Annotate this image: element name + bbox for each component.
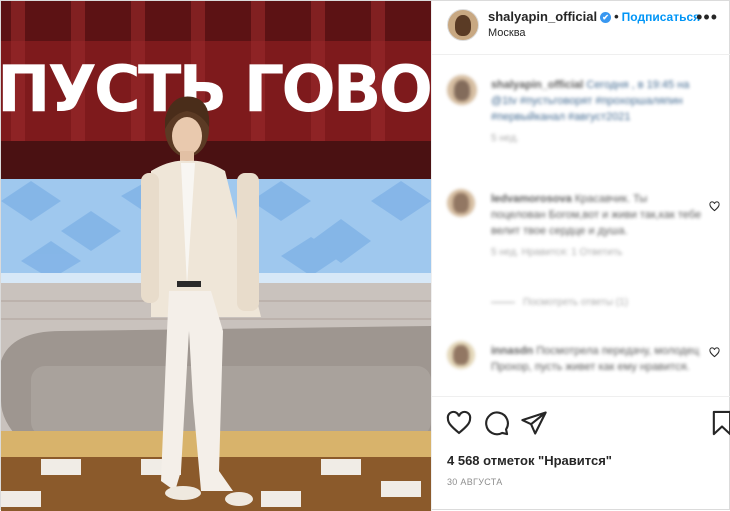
caption-username[interactable]: shalyapin_official — [491, 79, 583, 91]
bookmark-icon[interactable] — [708, 409, 730, 437]
comment-like-heart-icon[interactable] — [709, 347, 720, 358]
comment-text-block: ledvamorosova Красавчик. Ты поцелован Бо… — [491, 191, 703, 261]
more-dots-icon[interactable]: ••• — [696, 7, 718, 28]
share-icon[interactable] — [520, 409, 548, 437]
commenter-avatar[interactable] — [447, 189, 475, 217]
separator-dot: • — [614, 9, 619, 24]
post-modal: ПУСТЬ ГОВОРЯТ — [0, 0, 730, 511]
author-username[interactable]: shalyapin_official — [488, 9, 597, 24]
caption-time: 5 нед. — [491, 133, 519, 144]
verified-badge-icon: ✔ — [600, 12, 612, 23]
comment-meta: 5 нед. Нравится: 1 Ответить — [491, 247, 623, 258]
follow-button[interactable]: Подписаться — [622, 10, 700, 24]
post-location[interactable]: Москва — [488, 27, 526, 39]
post-header: shalyapin_official ✔ • Подписаться Москва •… — [432, 1, 730, 55]
view-replies-button[interactable]: Посмотреть ответы (1) — [447, 297, 730, 308]
comments-list[interactable]: shalyapin_official Сегодня , в 19:45 на … — [432, 55, 730, 395]
comment-username[interactable]: innasdn — [491, 345, 533, 357]
author-line: shalyapin_official ✔ • Подписаться — [488, 9, 700, 24]
comment-icon[interactable] — [482, 409, 510, 437]
caption-avatar[interactable] — [447, 75, 477, 105]
comment-like-heart-icon[interactable] — [709, 201, 720, 212]
post-actions: 4 568 отметок "Нравится" 30 АВГУСТА — [432, 396, 730, 511]
photo-scene: ПУСТЬ ГОВОРЯТ — [1, 1, 431, 511]
heart-icon[interactable] — [445, 409, 473, 437]
caption-text-block: shalyapin_official Сегодня , в 19:45 на … — [491, 77, 713, 147]
comment-item: ledvamorosova Красавчик. Ты поцелован Бо… — [447, 189, 730, 308]
post-photo[interactable]: ПУСТЬ ГОВОРЯТ — [1, 1, 431, 511]
comment-text-block: innasdn Посмотрела передачу, молодец Про… — [491, 343, 703, 375]
post-date[interactable]: 30 АВГУСТА — [447, 477, 503, 487]
likes-count[interactable]: 4 568 отметок "Нравится" — [447, 453, 612, 468]
author-avatar[interactable] — [447, 9, 479, 41]
post-side-panel: shalyapin_official ✔ • Подписаться Москва •… — [431, 1, 730, 511]
studio-sign-text: ПУСТЬ ГОВОРЯТ — [1, 53, 431, 127]
comment-username[interactable]: ledvamorosova — [491, 193, 572, 205]
commenter-avatar[interactable] — [447, 341, 475, 369]
